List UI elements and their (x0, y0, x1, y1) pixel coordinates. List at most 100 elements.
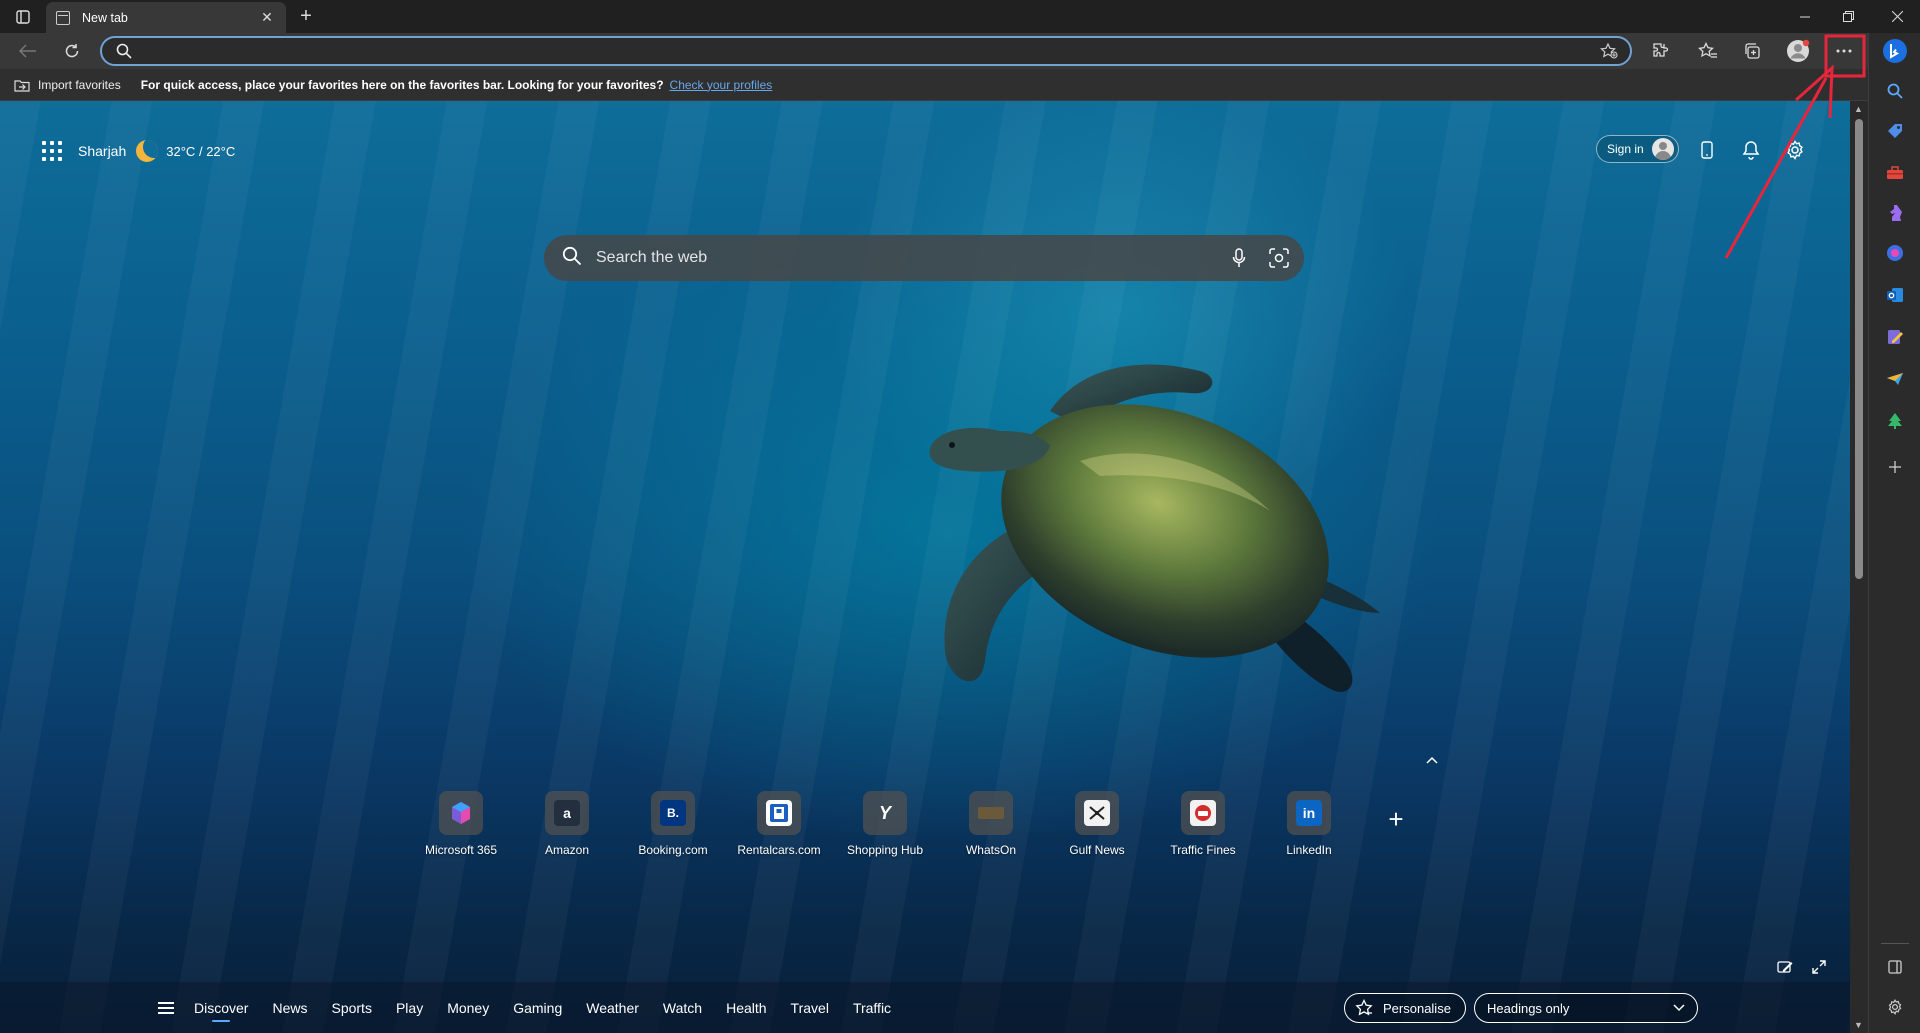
feed-tab-news[interactable]: News (272, 1000, 307, 1016)
web-search-box[interactable] (544, 235, 1304, 281)
new-tab-favicon-icon (56, 10, 70, 25)
whatson-icon (978, 807, 1004, 819)
weather-temperatures: 32°C / 22°C (166, 144, 235, 159)
sign-in-avatar-icon (1651, 138, 1674, 160)
feed-menu-icon[interactable] (158, 1001, 174, 1014)
address-input[interactable] (140, 38, 1580, 64)
tab-actions-icon[interactable] (10, 6, 36, 28)
quick-link-amazon[interactable]: a Amazon (514, 791, 620, 857)
quick-link-label: Amazon (544, 843, 590, 857)
quick-link-booking[interactable]: B. Booking.com (620, 791, 726, 857)
feed-tab-health[interactable]: Health (726, 1000, 766, 1016)
weather-low: 22°C (206, 143, 236, 159)
feed-tab-gaming[interactable]: Gaming (513, 1000, 562, 1016)
quick-links: Microsoft 365 a Amazon B. Booking.com Re… (408, 791, 1418, 857)
collections-icon[interactable] (1736, 36, 1768, 66)
import-favorites-icon (14, 79, 30, 92)
edit-background-icon[interactable] (1774, 956, 1796, 978)
import-favorites-button[interactable]: Import favorites (14, 78, 121, 92)
feed-tab-money[interactable]: Money (447, 1000, 489, 1016)
outlook-icon[interactable] (1881, 281, 1909, 309)
quick-link-whatson[interactable]: WhatsOn (938, 791, 1044, 857)
quick-link-traffic-fines[interactable]: Traffic Fines (1150, 791, 1256, 857)
expand-icon[interactable] (1808, 956, 1830, 978)
microsoft-365-sidebar-icon[interactable] (1881, 239, 1909, 267)
minimize-button[interactable] (1782, 0, 1828, 33)
visual-search-icon[interactable] (1264, 243, 1294, 273)
web-search-input[interactable] (596, 238, 1224, 278)
phone-icon[interactable] (1694, 137, 1720, 163)
quick-link-microsoft-365[interactable]: Microsoft 365 (408, 791, 514, 857)
address-toolbar (0, 33, 1868, 69)
quick-link-shopping-hub[interactable]: Y Shopping Hub (832, 791, 938, 857)
collapse-quick-links-icon[interactable] (1426, 751, 1438, 767)
app-launcher-icon[interactable] (42, 141, 62, 161)
tree-icon[interactable] (1881, 407, 1909, 435)
page-scrollbar[interactable]: ▲ ▼ (1850, 101, 1868, 1033)
tab-new-tab[interactable]: New tab ✕ (46, 2, 286, 33)
feed-layout-dropdown[interactable]: Headings only (1474, 993, 1698, 1023)
sea-turtle-image (929, 364, 1380, 692)
restore-button[interactable] (1828, 0, 1868, 33)
new-tab-button[interactable]: + (294, 4, 318, 28)
personalise-button[interactable]: Personalise (1344, 993, 1466, 1023)
notifications-bell-icon[interactable] (1738, 137, 1764, 163)
feed-tab-watch[interactable]: Watch (663, 1000, 702, 1016)
extensions-icon[interactable] (1644, 36, 1676, 66)
weather-widget[interactable]: Sharjah 32°C / 22°C (78, 140, 235, 162)
scrollbar-thumb[interactable] (1855, 119, 1863, 579)
feed-tab-travel[interactable]: Travel (791, 1000, 829, 1016)
send-telegram-icon[interactable] (1881, 365, 1909, 393)
close-window-button[interactable] (1874, 0, 1920, 33)
add-favorite-icon[interactable] (1600, 42, 1618, 64)
sidebar-divider (1881, 943, 1909, 944)
favorites-bar-message: For quick access, place your favorites h… (140, 77, 664, 92)
games-chess-icon[interactable] (1881, 199, 1909, 227)
quick-link-label: WhatsOn (965, 843, 1016, 857)
add-sidebar-app-icon[interactable] (1881, 453, 1909, 481)
feed-tab-sports[interactable]: Sports (331, 1000, 371, 1016)
close-tab-icon[interactable]: ✕ (258, 9, 276, 27)
weather-high: 32°C (166, 143, 196, 159)
edge-sidebar (1868, 33, 1920, 1033)
sign-in-button[interactable]: Sign in (1596, 135, 1679, 163)
scroll-down-arrow-icon[interactable]: ▼ (1854, 1020, 1863, 1030)
quick-link-label: Gulf News (1069, 843, 1125, 857)
feed-tab-play[interactable]: Play (396, 1000, 423, 1016)
chevron-down-icon (1673, 1004, 1685, 1012)
check-profiles-link[interactable]: Check your profiles (670, 78, 773, 92)
title-bar: New tab ✕ + (0, 0, 1920, 33)
new-tab-page: Sharjah 32°C / 22°C Sign in Search the w… (0, 101, 1850, 1033)
hide-sidebar-icon[interactable] (1881, 953, 1909, 981)
sidebar-settings-gear-icon[interactable] (1881, 993, 1909, 1021)
shopping-tag-icon[interactable] (1881, 117, 1909, 145)
page-settings-gear-icon[interactable] (1782, 137, 1808, 163)
feed-tabs: Discover News Sports Play Money Gaming W… (194, 1000, 915, 1022)
feed-tab-traffic[interactable]: Traffic (853, 1000, 891, 1016)
quick-link-gulf-news[interactable]: Gulf News (1044, 791, 1150, 857)
add-quick-link-button[interactable]: + (1374, 797, 1418, 841)
quick-link-label: Traffic Fines (1170, 843, 1236, 857)
bing-copilot-icon[interactable] (1881, 37, 1909, 65)
feed-tab-weather[interactable]: Weather (586, 1000, 639, 1016)
weather-separator: / (198, 143, 203, 159)
favorites-bar: Import favorites For quick access, place… (0, 69, 1868, 101)
drop-notes-icon[interactable] (1881, 323, 1909, 351)
address-bar[interactable] (100, 36, 1632, 66)
quick-link-rentalcars[interactable]: Rentalcars.com (726, 791, 832, 857)
favorites-icon[interactable] (1692, 36, 1724, 66)
scroll-up-arrow-icon[interactable]: ▲ (1854, 104, 1863, 114)
feed-tab-discover[interactable]: Discover (194, 1000, 248, 1022)
profile-avatar[interactable] (1782, 36, 1814, 66)
quick-link-linkedin[interactable]: in LinkedIn (1256, 791, 1362, 857)
settings-and-more-button[interactable] (1828, 36, 1860, 66)
microphone-icon[interactable] (1224, 243, 1254, 273)
sidebar-search-icon[interactable] (1881, 77, 1909, 105)
search-icon (562, 246, 582, 271)
booking-icon: B. (660, 800, 686, 826)
back-button[interactable] (12, 36, 44, 66)
rentalcars-icon (766, 800, 792, 826)
tools-toolbox-icon[interactable] (1881, 159, 1909, 187)
refresh-button[interactable] (56, 36, 88, 66)
feed-layout-value: Headings only (1487, 1000, 1570, 1016)
